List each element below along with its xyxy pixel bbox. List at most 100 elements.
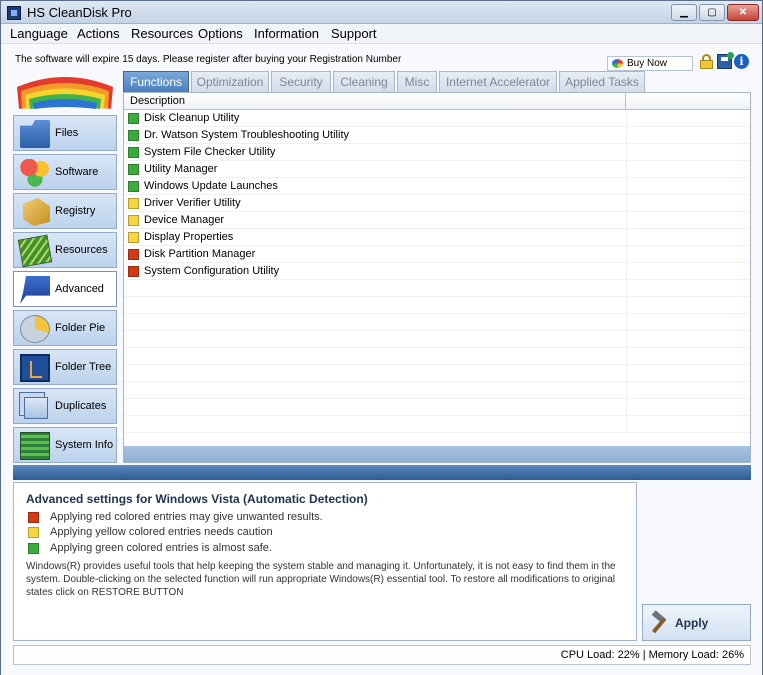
expiration-notice: The software will expire 15 days. Please… bbox=[15, 54, 402, 65]
maximize-button[interactable]: ▢ bbox=[699, 4, 725, 21]
title-bar[interactable]: HS CleanDisk Pro ▁ ▢ ✕ bbox=[1, 1, 762, 24]
sidebar-item-label: Files bbox=[55, 127, 79, 139]
yellow-square-icon bbox=[28, 527, 39, 538]
menu-actions[interactable]: Actions bbox=[77, 26, 120, 41]
tab-applied-tasks[interactable]: Applied Tasks bbox=[559, 71, 645, 92]
list-item[interactable] bbox=[124, 416, 750, 433]
list-scroll-area[interactable] bbox=[124, 446, 750, 462]
list-item[interactable]: Windows Update Launches bbox=[124, 178, 750, 195]
apply-label: Apply bbox=[675, 616, 709, 630]
list-item[interactable] bbox=[124, 331, 750, 348]
status-bar: CPU Load: 22% | Memory Load: 26% bbox=[13, 645, 751, 665]
menu-resources[interactable]: Resources bbox=[131, 26, 193, 41]
sidebar-item-label: Resources bbox=[55, 244, 108, 256]
tab-security[interactable]: Security bbox=[271, 71, 331, 92]
yellow-square-icon bbox=[128, 232, 139, 243]
lock-icon[interactable] bbox=[699, 54, 714, 69]
list-item[interactable] bbox=[124, 314, 750, 331]
sidebar-item-software[interactable]: Software bbox=[13, 154, 117, 190]
yellow-square-icon bbox=[128, 198, 139, 209]
list-item[interactable]: Utility Manager bbox=[124, 161, 750, 178]
info-description: Windows(R) provides useful tools that he… bbox=[26, 561, 616, 598]
advanced-icon bbox=[20, 276, 50, 304]
buy-now-button[interactable]: Buy Now bbox=[607, 56, 693, 71]
resources-icon bbox=[17, 234, 53, 268]
sidebar-item-registry[interactable]: Registry bbox=[13, 193, 117, 229]
list-item-label: System File Checker Utility bbox=[144, 146, 276, 158]
list-item[interactable]: Dr. Watson System Troubleshooting Utilit… bbox=[124, 127, 750, 144]
sidebar-item-files[interactable]: Files bbox=[13, 115, 117, 151]
save-icon[interactable] bbox=[717, 52, 734, 69]
separator-bar bbox=[13, 465, 751, 480]
menu-support[interactable]: Support bbox=[331, 26, 377, 41]
sidebar-item-folder-pie[interactable]: Folder Pie bbox=[13, 310, 117, 346]
green-square-icon bbox=[28, 543, 39, 554]
sidebar: Files Software Registry Resources Advanc… bbox=[13, 115, 117, 466]
sidebar-item-system-info[interactable]: System Info bbox=[13, 427, 117, 463]
yellow-square-icon bbox=[128, 215, 139, 226]
tab-internet-accelerator[interactable]: Internet Accelerator bbox=[439, 71, 557, 92]
menu-options[interactable]: Options bbox=[198, 26, 243, 41]
system-info-icon bbox=[20, 432, 50, 460]
sidebar-item-label: Registry bbox=[55, 205, 96, 217]
column-header-description[interactable]: Description bbox=[124, 93, 626, 110]
status-text: CPU Load: 22% | Memory Load: 26% bbox=[560, 649, 744, 661]
sidebar-item-duplicates[interactable]: Duplicates bbox=[13, 388, 117, 424]
sidebar-item-label: Folder Tree bbox=[55, 361, 112, 373]
sidebar-item-label: Advanced bbox=[55, 283, 104, 295]
list-item-label: Disk Cleanup Utility bbox=[144, 112, 240, 124]
list-item-label: Driver Verifier Utility bbox=[144, 197, 241, 209]
sidebar-item-resources[interactable]: Resources bbox=[13, 232, 117, 268]
list-item-label: Windows Update Launches bbox=[144, 180, 278, 192]
list-item[interactable]: Driver Verifier Utility bbox=[124, 195, 750, 212]
menu-language[interactable]: Language bbox=[10, 26, 68, 41]
legend-text: Applying yellow colored entries needs ca… bbox=[50, 526, 273, 538]
list-item[interactable]: Disk Cleanup Utility bbox=[124, 110, 750, 127]
list-item[interactable]: Disk Partition Manager bbox=[124, 246, 750, 263]
menu-information[interactable]: Information bbox=[254, 26, 319, 41]
minimize-button[interactable]: ▁ bbox=[671, 4, 697, 21]
list-header: Description bbox=[124, 93, 750, 110]
list-item[interactable] bbox=[124, 348, 750, 365]
sidebar-item-advanced[interactable]: Advanced bbox=[13, 271, 117, 307]
list-item[interactable]: Display Properties bbox=[124, 229, 750, 246]
buy-now-icon bbox=[612, 59, 623, 68]
duplicates-icon bbox=[24, 397, 48, 419]
tab-cleaning[interactable]: Cleaning bbox=[333, 71, 395, 92]
info-title: Advanced settings for Windows Vista (Aut… bbox=[26, 492, 368, 506]
close-button[interactable]: ✕ bbox=[727, 4, 759, 21]
info-icon[interactable]: i bbox=[734, 54, 749, 69]
hammer-icon bbox=[649, 610, 671, 634]
info-panel: Advanced settings for Windows Vista (Aut… bbox=[13, 482, 637, 641]
list-item[interactable] bbox=[124, 280, 750, 297]
legend-text: Applying red colored entries may give un… bbox=[50, 511, 323, 523]
tab-optimization[interactable]: Optimization bbox=[191, 71, 269, 92]
sidebar-item-label: Software bbox=[55, 166, 99, 178]
menu-bar: Language Actions Resources Options Infor… bbox=[1, 24, 762, 44]
list-item[interactable] bbox=[124, 297, 750, 314]
green-square-icon bbox=[128, 113, 139, 124]
list-item[interactable]: Device Manager bbox=[124, 212, 750, 229]
main-content: The software will expire 15 days. Please… bbox=[1, 45, 762, 675]
sidebar-item-label: System Info bbox=[55, 439, 114, 451]
list-item[interactable]: System File Checker Utility bbox=[124, 144, 750, 161]
apply-button[interactable]: Apply bbox=[642, 604, 751, 641]
legend-text: Applying green colored entries is almost… bbox=[50, 542, 272, 554]
list-item-label: System Configuration Utility bbox=[144, 265, 280, 277]
app-icon bbox=[7, 6, 21, 20]
list-item[interactable] bbox=[124, 365, 750, 382]
buy-now-label: Buy Now bbox=[627, 58, 668, 69]
sidebar-item-folder-tree[interactable]: Folder Tree bbox=[13, 349, 117, 385]
list-item-label: Dr. Watson System Troubleshooting Utilit… bbox=[144, 129, 350, 141]
red-square-icon bbox=[128, 266, 139, 277]
list-item[interactable] bbox=[124, 399, 750, 416]
list-item-label: Utility Manager bbox=[144, 163, 218, 175]
tab-functions[interactable]: Functions bbox=[123, 71, 189, 92]
folder-tree-icon bbox=[20, 354, 50, 382]
folder-icon bbox=[20, 120, 50, 148]
list-item[interactable]: System Configuration Utility bbox=[124, 263, 750, 280]
list-body: Disk Cleanup Utility Dr. Watson System Tr… bbox=[124, 110, 750, 446]
tab-misc[interactable]: Misc bbox=[397, 71, 437, 92]
green-square-icon bbox=[128, 164, 139, 175]
list-item[interactable] bbox=[124, 382, 750, 399]
